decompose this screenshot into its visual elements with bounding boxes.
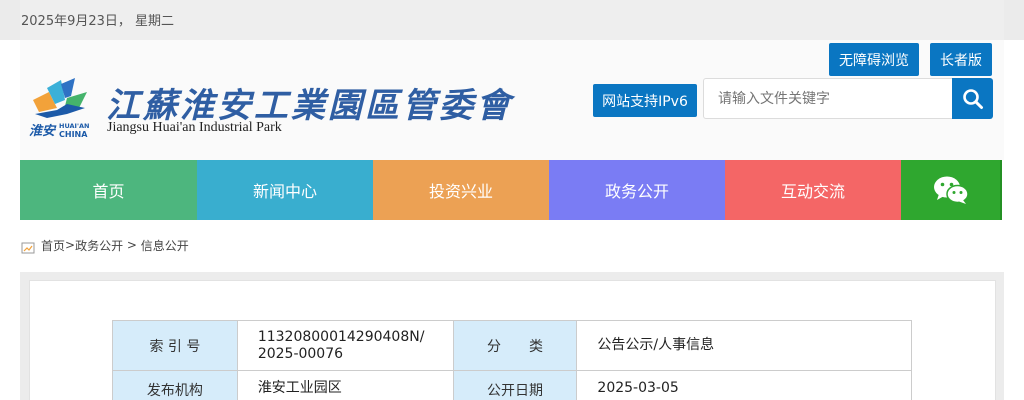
nav-item-invest[interactable]: 投资兴业 bbox=[373, 160, 549, 220]
publish-date-label: 公开日期 bbox=[452, 370, 578, 400]
elder-mode-button[interactable]: 长者版 bbox=[930, 43, 992, 76]
site-subtitle: Jiangsu Huai'an Industrial Park bbox=[107, 120, 282, 135]
nav-item-news[interactable]: 新闻中心 bbox=[197, 160, 373, 220]
breadcrumb-home-icon bbox=[21, 242, 35, 254]
category-value: 公告公示/人事信息 bbox=[576, 320, 912, 371]
index-number-value: 11320800014290408N/2025-00076 bbox=[236, 320, 454, 371]
document-meta-table: 索 引 号 11320800014290408N/2025-00076 分 类 … bbox=[112, 320, 912, 400]
index-number-label: 索 引 号 bbox=[112, 320, 238, 371]
breadcrumb-home[interactable]: 首页 bbox=[41, 237, 65, 254]
search-input[interactable] bbox=[703, 78, 953, 119]
nav-item-home[interactable]: 首页 bbox=[20, 160, 197, 220]
logo-mark-text-cn: 淮安 bbox=[29, 123, 57, 139]
park-logo-icon[interactable]: 淮安 HUAI'AN CHINA bbox=[27, 74, 93, 140]
main-nav: 首页 新闻中心 投资兴业 政务公开 互动交流 bbox=[20, 160, 1004, 220]
breadcrumb-separator: > bbox=[123, 238, 141, 252]
table-row: 发布机构 淮安工业园区 公开日期 2025-03-05 bbox=[112, 370, 912, 400]
breadcrumb-separator: > bbox=[65, 238, 76, 252]
nav-item-gov-affairs[interactable]: 政务公开 bbox=[549, 160, 725, 220]
table-row: 索 引 号 11320800014290408N/2025-00076 分 类 … bbox=[112, 320, 912, 371]
publisher-label: 发布机构 bbox=[112, 370, 238, 400]
ipv6-support-badge[interactable]: 网站支持IPv6 bbox=[593, 84, 697, 117]
breadcrumb-info-public[interactable]: 信息公开 bbox=[141, 237, 189, 254]
site-header: 淮安 HUAI'AN CHINA 江蘇淮安工業園區管委會 Jiangsu Hua… bbox=[20, 40, 1004, 160]
breadcrumb-gov-affairs[interactable]: 政务公开 bbox=[75, 237, 123, 254]
current-date: 2025年9月23日， 星期二 bbox=[21, 14, 175, 29]
nav-item-wechat[interactable] bbox=[901, 160, 1002, 220]
publisher-value: 淮安工业园区 bbox=[236, 370, 454, 400]
publish-date-value: 2025-03-05 bbox=[576, 370, 912, 400]
breadcrumb: 首页 > 政务公开 > 信息公开 bbox=[21, 236, 189, 254]
logo-mark-text-huaian: HUAI'AN bbox=[59, 122, 89, 130]
search-icon bbox=[962, 88, 983, 109]
accessible-browse-button[interactable]: 无障碍浏览 bbox=[829, 43, 919, 76]
wechat-icon bbox=[933, 176, 969, 204]
search-button[interactable] bbox=[952, 78, 993, 119]
nav-item-interaction[interactable]: 互动交流 bbox=[725, 160, 901, 220]
logo-mark-text-china: CHINA bbox=[59, 130, 88, 139]
category-label: 分 类 bbox=[452, 320, 578, 371]
